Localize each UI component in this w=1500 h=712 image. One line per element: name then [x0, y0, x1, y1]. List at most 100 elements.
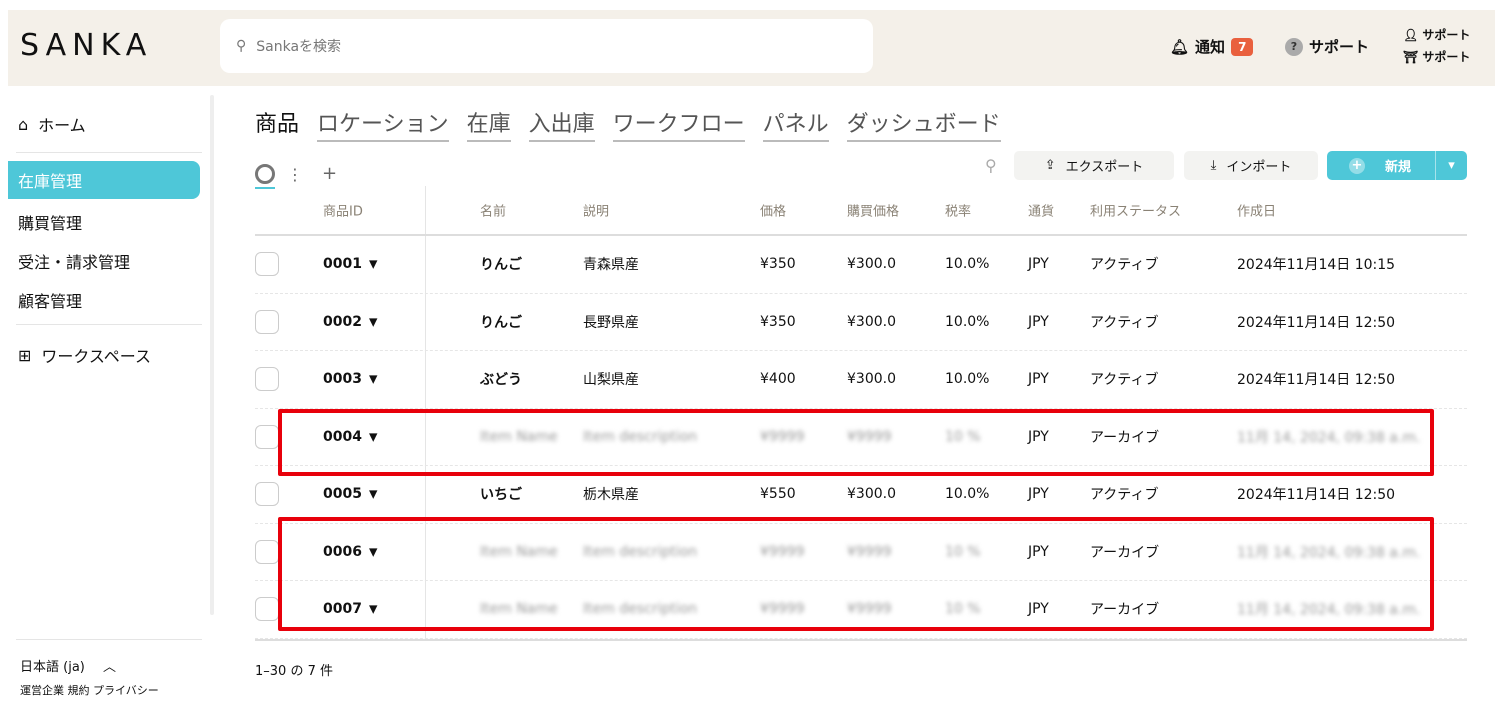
cell-price: ¥350: [760, 313, 796, 330]
cell-cost: ¥300.0: [847, 313, 896, 330]
caret-down-icon[interactable]: ▼: [369, 258, 377, 271]
cell-cost: ¥300.0: [847, 371, 896, 388]
table-search-icon[interactable]: ⚲: [985, 156, 997, 175]
column-header[interactable]: 名前: [480, 201, 506, 220]
cell-status: アクティブ: [1090, 487, 1159, 504]
privacy-link[interactable]: プライバシー: [93, 684, 159, 697]
table-row[interactable]: 0003 ▼ ぶどう 山梨県産 ¥400 ¥300.0 10.0% JPY アクティブ 2024年…: [255, 351, 1467, 409]
notifications-button[interactable]: 🔔︎ 通知 7: [1170, 36, 1254, 57]
column-header[interactable]: 商品ID: [323, 201, 363, 220]
column-header[interactable]: 税率: [945, 201, 971, 220]
cell-id[interactable]: 0001: [323, 256, 362, 272]
tab-inventory[interactable]: 在庫: [466, 106, 511, 142]
caret-down-icon[interactable]: ▼: [369, 315, 377, 328]
sidebar-item-orders[interactable]: 受注・請求管理: [8, 249, 130, 273]
export-button[interactable]: ⇪ エクスポート: [1014, 151, 1174, 180]
sidebar-item-workspace[interactable]: ⊞ ワークスペース: [8, 343, 151, 367]
cell-status: アクティブ: [1090, 314, 1159, 331]
row-checkbox[interactable]: [255, 309, 279, 334]
home-label: ホーム: [38, 116, 86, 135]
row-checkbox[interactable]: [255, 539, 279, 564]
notifications-label: 通知: [1195, 38, 1226, 56]
tab-transactions[interactable]: 入出庫: [528, 106, 595, 142]
cell-id[interactable]: 0002: [323, 314, 362, 330]
tab-workflow[interactable]: ワークフロー: [612, 106, 745, 142]
main-tabs: 商品 ロケーション 在庫 入出庫 ワークフロー パネル ダッシュボード: [255, 106, 1001, 142]
tab-panel[interactable]: パネル: [762, 106, 829, 142]
column-header[interactable]: 説明: [583, 201, 609, 220]
language-label: 日本語 (ja): [20, 660, 85, 675]
new-button[interactable]: + 新規 ▾: [1327, 151, 1467, 180]
cell-tax: 10.0%: [945, 256, 990, 273]
cell-created: 2024年11月14日 12:50: [1237, 487, 1396, 504]
column-header[interactable]: 利用ステータス: [1090, 201, 1181, 220]
pagination-count: 1–30 の 7 件: [255, 664, 333, 679]
row-checkbox[interactable]: [255, 482, 279, 507]
sidebar-item-inventory[interactable]: 在庫管理: [8, 161, 200, 199]
row-checkbox[interactable]: [255, 424, 279, 449]
plus-icon: +: [1349, 157, 1365, 174]
tab-dashboard[interactable]: ダッシュボード: [846, 106, 1001, 142]
cell-name: いちご: [480, 487, 522, 504]
row-checkbox[interactable]: [255, 597, 279, 622]
import-button[interactable]: ⤓ インポート: [1184, 151, 1318, 180]
footer-links: 運営企業 規約 プライバシー: [20, 682, 159, 698]
company-link[interactable]: 運営企業: [20, 684, 64, 697]
workspace-name: サポート: [1422, 50, 1471, 64]
search-placeholder: Sankaを検索: [256, 39, 342, 55]
cell-cur: JPY: [1028, 486, 1049, 503]
user-icon: 👤︎: [1403, 28, 1419, 42]
cell-name: りんご: [480, 314, 522, 331]
label: 新規: [1385, 160, 1412, 175]
cell-status: アクティブ: [1090, 257, 1159, 274]
cell-created: 2024年11月14日 12:50: [1237, 314, 1396, 331]
cell-tax: 10.0%: [945, 371, 990, 388]
upload-icon: ⇪: [1044, 158, 1056, 173]
view-circle-icon[interactable]: [255, 164, 275, 184]
search-icon: ⚲: [236, 38, 247, 54]
add-view-button[interactable]: +: [322, 163, 337, 184]
label: ワークスペース: [41, 347, 152, 366]
caret-down-icon[interactable]: ▼: [369, 488, 377, 501]
row-checkbox[interactable]: [255, 367, 279, 392]
table-row[interactable]: 0001 ▼ りんご 青森県産 ¥350 ¥300.0 10.0% JPY アクティブ 2024年…: [255, 236, 1467, 294]
sidebar-scrollbar[interactable]: [210, 95, 214, 615]
sidebar-item-customers[interactable]: 顧客管理: [8, 288, 82, 312]
new-dropdown-chevron-icon[interactable]: ▾: [1435, 151, 1467, 180]
terms-link[interactable]: 規約: [68, 684, 90, 697]
support-label: サポート: [1309, 38, 1370, 56]
user-menu[interactable]: 👤︎ サポート ⛩︎ サポート: [1403, 24, 1470, 68]
cell-status: アクティブ: [1090, 372, 1159, 389]
home-icon: ⌂: [18, 114, 29, 134]
caret-down-icon[interactable]: ▼: [369, 373, 377, 386]
view-menu-icon[interactable]: ⋮: [287, 165, 303, 184]
column-header[interactable]: 作成日: [1237, 201, 1276, 220]
help-icon: ?: [1285, 37, 1303, 56]
cell-id[interactable]: 0005: [323, 486, 362, 502]
cell-desc: 山梨県産: [583, 372, 639, 389]
table-row[interactable]: 0002 ▼ りんご 長野県産 ¥350 ¥300.0 10.0% JPY アクティブ 2024年…: [255, 294, 1467, 351]
sidebar-item-purchasing[interactable]: 購買管理: [8, 210, 82, 234]
cell-price: ¥550: [760, 486, 796, 503]
workspace-icon: ⛩︎: [1403, 50, 1419, 64]
cell-desc: 長野県産: [583, 314, 639, 331]
notification-badge: 7: [1231, 37, 1254, 56]
column-header[interactable]: 価格: [760, 201, 786, 220]
language-selector[interactable]: 日本語 (ja) ︿: [20, 656, 116, 675]
column-header[interactable]: 通貨: [1028, 201, 1054, 220]
tab-products[interactable]: 商品: [255, 106, 299, 142]
sanka-logo[interactable]: SANKA: [20, 28, 152, 63]
column-header[interactable]: 購買価格: [847, 201, 899, 220]
sidebar-item-home[interactable]: ⌂ ホーム: [8, 112, 86, 136]
support-button[interactable]: ? サポート: [1285, 36, 1369, 57]
tab-locations[interactable]: ロケーション: [317, 106, 449, 142]
table-header: 商品ID 名前 説明 価格 購買価格 税率 通貨 利用ステータス 作成日: [255, 186, 1467, 236]
row-checkbox[interactable]: [255, 252, 279, 277]
cell-created: 2024年11月14日 10:15: [1237, 257, 1396, 274]
top-header: SANKA ⚲ Sankaを検索 🔔︎ 通知 7 ? サポート 👤︎ サポート …: [8, 10, 1495, 86]
cell-id[interactable]: 0003: [323, 371, 362, 387]
cell-cost: ¥300.0: [847, 486, 896, 503]
cell-tax: 10.0%: [945, 486, 990, 503]
highlight-box: [278, 517, 1434, 631]
search-input[interactable]: ⚲ Sankaを検索: [220, 19, 873, 73]
